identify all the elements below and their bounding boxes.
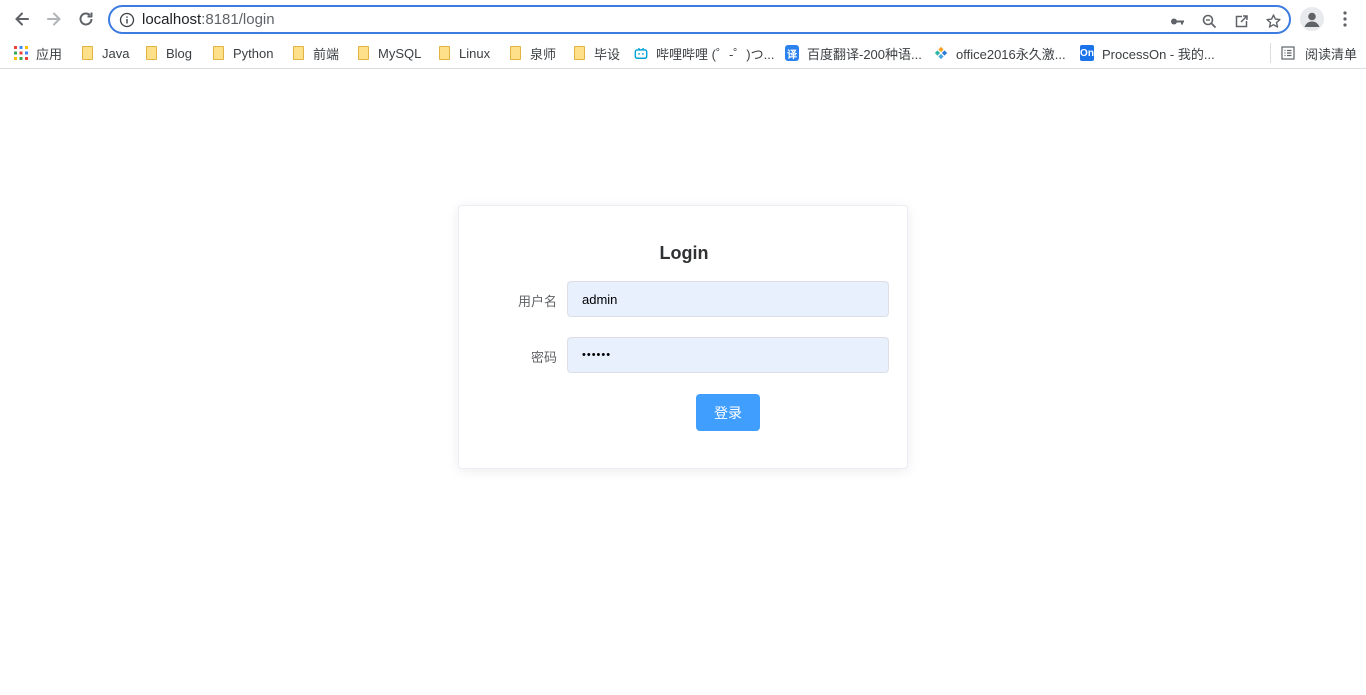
password-key-button[interactable] [1166,10,1188,32]
password-input[interactable]: •••••• [567,337,889,373]
bookmark-folder-blog[interactable]: Blog [144,43,192,63]
bookmark-label: 哔哩哔哩 (゜-゜)つ... [656,46,775,62]
bookmark-star-button[interactable] [1262,10,1284,32]
reading-list-button[interactable]: 阅读清单 [1270,43,1357,63]
bookmark-label: 泉师 [530,46,557,62]
login-card: Login 用户名 admin 密码 •••••• 登录 [458,205,908,469]
folder-icon [80,45,94,61]
bilibili-icon [634,45,648,61]
back-button[interactable] [8,5,36,33]
bookmark-office2016[interactable]: office2016永久激... [934,43,1066,63]
baidu-translate-icon: 译 [785,45,799,61]
bookmark-label: 前端 [313,46,340,62]
more-vertical-icon [1343,11,1347,27]
bookmark-label: 毕设 [594,46,621,62]
username-input[interactable]: admin [567,281,889,317]
bookmark-label: MySQL [378,45,422,61]
bookmark-apps[interactable]: 应用 [14,43,62,63]
reading-list-label: 阅读清单 [1305,46,1358,62]
office-diamond-icon [934,45,948,61]
apps-grid-icon [14,45,28,61]
bookmark-label: Java [102,45,130,61]
bookmark-label: Blog [166,45,193,61]
bookmark-folder-quanshi[interactable]: 泉师 [508,43,556,63]
url-path: :8181/login [201,11,275,28]
reading-list-icon [1281,46,1295,60]
bookmark-baidu-translate[interactable]: 译 百度翻译-200种语... [785,43,922,63]
password-label: 密码 [530,350,557,365]
folder-icon [356,45,370,61]
browser-menu-button[interactable] [1333,7,1357,31]
bookmark-folder-mysql[interactable]: MySQL [356,43,421,63]
forward-button[interactable] [40,5,68,33]
zoom-button[interactable] [1198,10,1220,32]
browser-toolbar: localhost:8181/login [0,0,1366,38]
bookmark-label: Linux [459,45,491,61]
login-title: Login [659,243,709,263]
profile-avatar-button[interactable] [1300,7,1324,31]
address-url: localhost:8181/login [142,11,275,29]
folder-icon [437,45,451,61]
login-button[interactable]: 登录 [696,394,760,431]
person-icon [1304,12,1320,27]
reload-icon [79,12,93,26]
bookmark-processon[interactable]: On ProcessOn - 我的... [1080,43,1215,63]
processon-icon: On [1080,45,1094,61]
bookmarks-bar: 应用 Java Blog Python 前端 MySQL Linux 泉师 毕设… [0,38,1366,69]
bookmark-folder-linux[interactable]: Linux [437,43,490,63]
share-button[interactable] [1230,10,1252,32]
share-icon [1235,14,1248,27]
bookmark-label: 百度翻译-200种语... [807,46,922,62]
username-label: 用户名 [517,294,557,309]
star-icon [1265,13,1281,28]
folder-icon [211,45,225,61]
folder-icon [572,45,586,61]
bookmark-folder-python[interactable]: Python [211,43,273,63]
arrow-right-icon [47,12,61,26]
folder-icon [144,45,158,61]
bookmark-label: Python [233,45,274,61]
arrow-left-icon [15,12,29,26]
address-bar[interactable]: localhost:8181/login [108,5,1291,34]
bookmark-label: 应用 [36,46,63,62]
site-info-icon[interactable] [119,12,135,28]
key-icon [1170,18,1184,24]
bookmark-folder-frontend[interactable]: 前端 [291,43,339,63]
bookmark-label: ProcessOn - 我的... [1102,46,1215,62]
reload-button[interactable] [72,5,100,33]
url-host: localhost [142,11,202,28]
folder-icon [291,45,305,61]
bookmark-folder-graduation-project[interactable]: 毕设 [572,43,620,63]
bookmark-folder-java[interactable]: Java [80,43,129,63]
bookmark-bilibili[interactable]: 哔哩哔哩 (゜-゜)つ... [634,43,774,63]
zoom-icon [1202,14,1216,28]
folder-icon [508,45,522,61]
bookmark-label: office2016永久激... [956,46,1066,62]
